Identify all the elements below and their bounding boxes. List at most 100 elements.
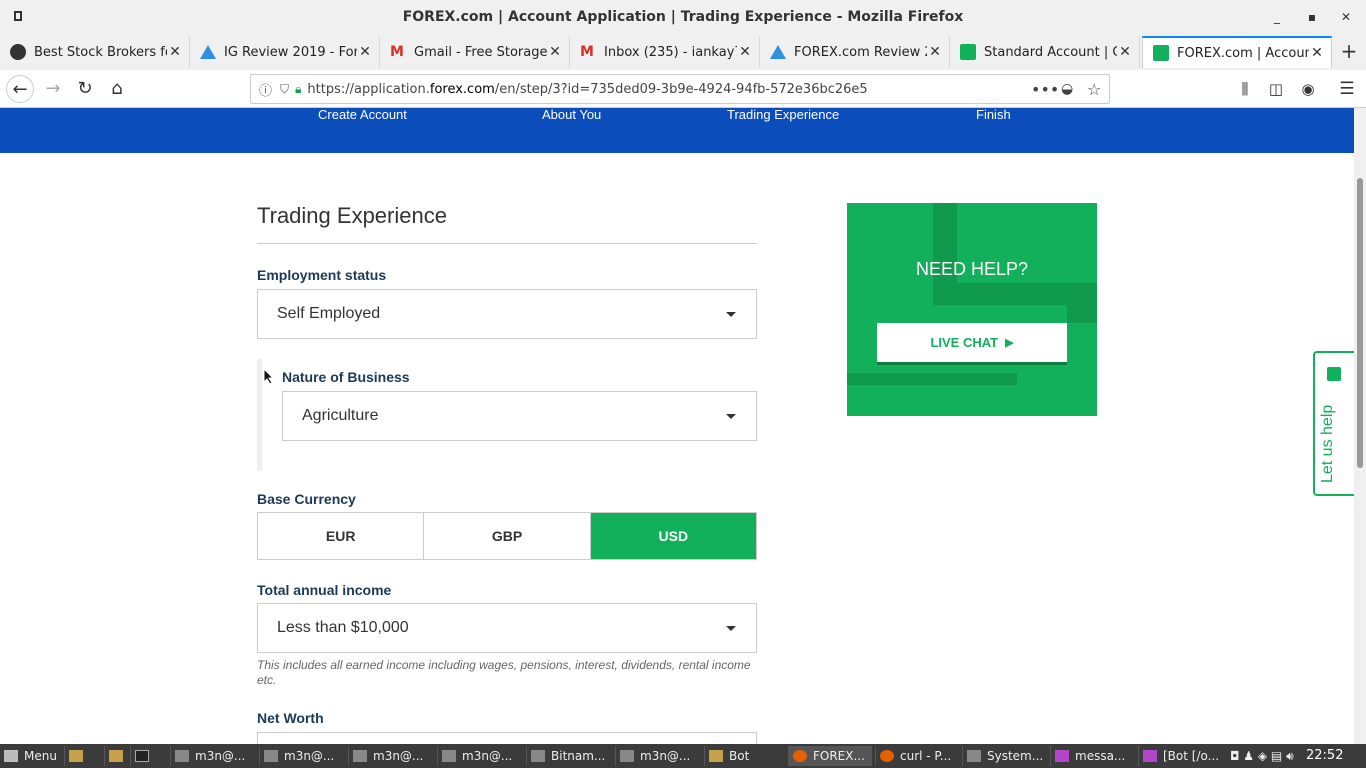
taskbar-item-bitnami[interactable]: Bitnam... [526, 746, 612, 766]
firefox-icon [880, 750, 894, 762]
firefox-icon [793, 750, 807, 762]
new-tab-button[interactable]: + [1336, 38, 1362, 64]
window-title: FOREX.com | Account Application | Tradin… [402, 9, 964, 25]
page-scrollbar[interactable] [1354, 108, 1366, 744]
base-currency-label: Base Currency [257, 491, 356, 507]
clock[interactable]: 22:52 [1306, 748, 1343, 763]
forex-icon [1153, 45, 1169, 61]
chevron-down-icon [726, 626, 736, 631]
taskbar-item-system[interactable]: System... [962, 746, 1046, 766]
close-tab-icon[interactable]: ✕ [927, 44, 943, 60]
tab-forex-account-active[interactable]: FOREX.com | Account ✕ [1142, 36, 1332, 68]
taskbar-item-terminal[interactable]: m3n@... [348, 746, 434, 766]
triangle-icon [770, 45, 786, 59]
chat-bubble-icon [1327, 367, 1341, 381]
close-tab-icon[interactable]: ✕ [547, 44, 563, 60]
terminal-icon [620, 750, 634, 762]
close-tab-icon[interactable]: ✕ [737, 44, 753, 60]
pocket-icon[interactable]: ◒ [1061, 81, 1073, 97]
chevron-down-icon [726, 312, 736, 317]
close-tab-icon[interactable]: ✕ [1117, 44, 1133, 60]
back-button[interactable]: ← [6, 75, 34, 103]
taskbar-item-firefox[interactable]: FOREX... [788, 746, 872, 766]
tab-ig-review[interactable]: IG Review 2019 - For ✕ [190, 36, 380, 68]
url-text[interactable]: https://application.forex.com/en/step/3?… [307, 82, 867, 97]
close-tab-icon[interactable]: ✕ [1309, 45, 1325, 61]
play-arrow-icon: ▶ [1005, 337, 1014, 349]
tab-standard-account[interactable]: Standard Account | C ✕ [950, 36, 1140, 68]
help-decoration [847, 373, 1017, 385]
close-tab-icon[interactable]: ✕ [357, 44, 373, 60]
tab-inbox[interactable]: M Inbox (235) - iankay7 ✕ [570, 36, 760, 68]
menu-icon [4, 750, 18, 762]
page-title: Trading Experience [257, 203, 757, 244]
shield-icon[interactable]: ⛉ [280, 82, 289, 97]
step-trading-experience[interactable]: Trading Experience [727, 108, 839, 122]
annual-income-select[interactable]: Less than $10,000 [257, 603, 757, 653]
taskbar-item-curl[interactable]: curl - P... [875, 746, 959, 766]
navigation-toolbar: ← → ↻ ⌂ ⓘ ⛉ 🔒︎ https://application.forex… [0, 70, 1366, 108]
forward-button[interactable]: → [39, 75, 67, 103]
employment-status-select[interactable]: Self Employed [257, 289, 757, 339]
let-us-help-tab[interactable]: Let us help [1313, 351, 1354, 496]
close-tab-icon[interactable]: ✕ [167, 44, 183, 60]
maximize-icon[interactable]: ▪ [1303, 8, 1321, 26]
terminal-icon [264, 750, 278, 762]
bookmark-star-icon[interactable]: ☆ [1087, 80, 1101, 99]
terminal-icon [353, 750, 367, 762]
help-decoration [933, 283, 1073, 305]
document-icon [531, 750, 545, 762]
web-page: Create Account About You Trading Experie… [0, 108, 1354, 744]
file-manager-launcher[interactable] [64, 746, 90, 766]
tab-gmail[interactable]: M Gmail - Free Storage a ✕ [380, 36, 570, 68]
taskbar-item-terminal[interactable]: m3n@... [170, 746, 256, 766]
taskbar-item-bot-ide[interactable]: [Bot [/o... [1138, 746, 1222, 766]
taskbar-item-terminal[interactable]: m3n@... [259, 746, 345, 766]
steps-banner: Create Account About You Trading Experie… [0, 108, 1354, 153]
nature-of-business-select[interactable]: Agriculture [282, 391, 757, 441]
chevron-down-icon [726, 414, 736, 419]
account-icon[interactable]: ◉ [1294, 75, 1322, 103]
tab-best-stock-brokers[interactable]: Best Stock Brokers fo ✕ [0, 36, 190, 68]
hamburger-menu-icon[interactable]: ☰ [1333, 75, 1361, 103]
income-hint-text: This includes all earned income includin… [257, 658, 751, 687]
page-actions-icon[interactable]: ••• [1031, 80, 1059, 99]
start-menu-button[interactable]: Menu [0, 746, 62, 766]
currency-usd-button[interactable]: USD [590, 513, 756, 559]
step-about-you[interactable]: About You [542, 108, 601, 122]
taskbar-item-terminal[interactable]: m3n@... [615, 746, 701, 766]
triangle-icon [200, 45, 216, 59]
currency-gbp-button[interactable]: GBP [424, 513, 591, 559]
tray-icons[interactable]: ◘ ♟ ◈ ▤ 🔊︎ [1230, 749, 1294, 764]
taskbar-item-bot-folder[interactable]: Bot [704, 746, 784, 766]
taskbar-item-terminal[interactable]: m3n@... [437, 746, 523, 766]
base-currency-toggle: EUR GBP USD [257, 512, 757, 560]
home-button[interactable]: ⌂ [103, 75, 131, 103]
terminal-launcher[interactable] [130, 746, 156, 766]
step-create-account[interactable]: Create Account [318, 108, 407, 122]
step-finish[interactable]: Finish [976, 108, 1011, 122]
close-window-icon[interactable]: ✕ [1337, 8, 1355, 26]
live-chat-button[interactable]: LIVE CHAT ▶ [877, 323, 1067, 365]
reload-button[interactable]: ↻ [71, 75, 99, 103]
scrollbar-thumb[interactable] [1357, 178, 1363, 468]
folder-launcher[interactable] [104, 746, 130, 766]
tab-forex-review[interactable]: FOREX.com Review 2( ✕ [760, 36, 950, 68]
terminal-icon [442, 750, 456, 762]
sidebar-icon[interactable]: ◫ [1262, 75, 1290, 103]
currency-eur-button[interactable]: EUR [258, 513, 425, 559]
minimize-icon[interactable]: _ [1268, 8, 1286, 26]
employment-status-label: Employment status [257, 267, 387, 283]
info-icon[interactable]: ⓘ [259, 80, 272, 99]
folder-icon [69, 750, 83, 762]
net-worth-select[interactable] [257, 732, 757, 744]
help-box: NEED HELP? LIVE CHAT ▶ [847, 203, 1097, 416]
nature-of-business-label: Nature of Business [282, 369, 410, 385]
taskbar-item-messages[interactable]: messa... [1050, 746, 1134, 766]
library-icon[interactable]: ⫼ [1231, 75, 1259, 103]
lock-icon: 🔒︎ [295, 81, 302, 96]
form-section: Trading Experience [257, 203, 757, 244]
url-bar[interactable]: ⓘ ⛉ 🔒︎ https://application.forex.com/en/… [250, 74, 1110, 104]
annual-income-label: Total annual income [257, 582, 392, 598]
gmail-icon: M [390, 44, 404, 60]
